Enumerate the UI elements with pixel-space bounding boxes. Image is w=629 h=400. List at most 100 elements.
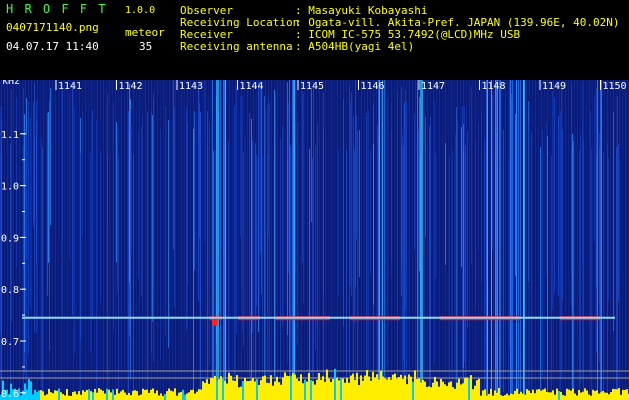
power-bar — [72, 392, 74, 400]
y-tick-label: 0.7 — [1, 337, 19, 348]
noise-streak — [583, 139, 584, 400]
power-bar — [552, 390, 554, 400]
power-bar — [478, 378, 480, 400]
power-bar — [326, 369, 328, 400]
power-bar — [222, 378, 224, 400]
minute-label: 1149 — [542, 81, 566, 92]
power-bar — [68, 395, 70, 400]
power-bar — [340, 378, 342, 400]
noise-streak — [317, 139, 318, 400]
power-bar — [468, 378, 470, 400]
power-bar — [610, 392, 612, 400]
power-bar — [254, 381, 256, 400]
power-bar — [342, 378, 344, 400]
noise-streak — [464, 106, 465, 363]
noise-streak — [258, 82, 259, 322]
power-bar — [402, 378, 404, 400]
minute-label: 1145 — [300, 81, 324, 92]
noise-streak — [445, 143, 446, 265]
power-bar — [366, 369, 368, 400]
power-bar — [464, 377, 466, 400]
power-bar — [320, 379, 322, 400]
power-bar — [268, 383, 270, 400]
power-bar — [168, 388, 170, 400]
power-bar — [330, 381, 332, 400]
power-bar — [252, 378, 254, 400]
power-bar — [316, 379, 318, 400]
power-bar — [408, 374, 410, 400]
meteor-echo-burst — [212, 319, 217, 326]
noise-streak — [552, 91, 553, 310]
power-bar — [144, 389, 146, 400]
power-bar — [162, 395, 164, 400]
power-bar — [574, 393, 576, 400]
power-bar — [228, 372, 230, 400]
y-tick-label: 0.9 — [1, 233, 19, 244]
minute-label: 1147 — [421, 81, 445, 92]
power-bar — [572, 388, 574, 400]
power-bar — [124, 392, 126, 400]
power-bar — [440, 378, 442, 400]
noise-streak — [531, 132, 532, 400]
noise-streak — [245, 135, 246, 318]
noise-streak — [323, 129, 324, 388]
power-bar — [498, 388, 500, 400]
power-bar — [514, 390, 516, 400]
power-bar — [414, 370, 416, 400]
power-bar — [436, 381, 438, 400]
power-bar — [118, 393, 120, 400]
power-bar — [506, 393, 508, 400]
noise-streak — [274, 90, 275, 377]
power-bar — [276, 376, 278, 400]
power-bar — [214, 375, 216, 400]
power-bar — [358, 385, 360, 400]
noise-streak — [350, 101, 351, 286]
noise-streak — [297, 122, 298, 345]
echo-streak — [218, 80, 219, 400]
power-bar — [540, 390, 542, 400]
power-bar — [548, 392, 550, 400]
noise-streak — [414, 114, 415, 250]
noise-streak — [100, 151, 101, 303]
noise-streak — [492, 95, 493, 251]
power-bar — [334, 368, 336, 400]
noise-streak — [138, 130, 139, 279]
noise-streak — [596, 88, 597, 353]
power-bar — [218, 379, 220, 400]
noise-streak — [590, 111, 591, 373]
power-bar — [474, 385, 476, 400]
noise-streak — [391, 101, 392, 275]
power-bar — [622, 389, 624, 400]
noise-streak — [561, 82, 562, 379]
power-bar — [238, 387, 240, 400]
power-bar — [484, 389, 486, 400]
power-bar — [600, 392, 602, 400]
power-bar — [482, 390, 484, 400]
noise-streak — [268, 95, 269, 238]
y-tick-label: 0.8 — [1, 285, 19, 296]
echo-streak — [486, 80, 487, 400]
noise-streak — [193, 129, 194, 400]
power-bar — [288, 376, 290, 400]
power-bar — [594, 390, 596, 400]
power-bar — [394, 373, 396, 400]
power-bar — [52, 393, 54, 400]
noise-streak — [62, 83, 63, 240]
power-bar — [20, 395, 22, 400]
noise-streak — [275, 95, 276, 337]
power-bar — [286, 375, 288, 400]
power-bar — [246, 381, 248, 400]
noise-streak — [356, 115, 357, 240]
power-bar — [442, 381, 444, 400]
power-bar — [422, 379, 424, 400]
noise-streak — [591, 149, 592, 400]
power-bar — [170, 390, 172, 400]
noise-streak — [540, 147, 541, 391]
noise-streak — [377, 125, 378, 373]
noise-streak — [141, 126, 142, 297]
echo-streak — [216, 80, 217, 400]
power-bar — [568, 389, 570, 400]
noise-streak — [116, 122, 117, 263]
echo-streak — [510, 80, 511, 400]
noise-streak — [579, 150, 580, 400]
